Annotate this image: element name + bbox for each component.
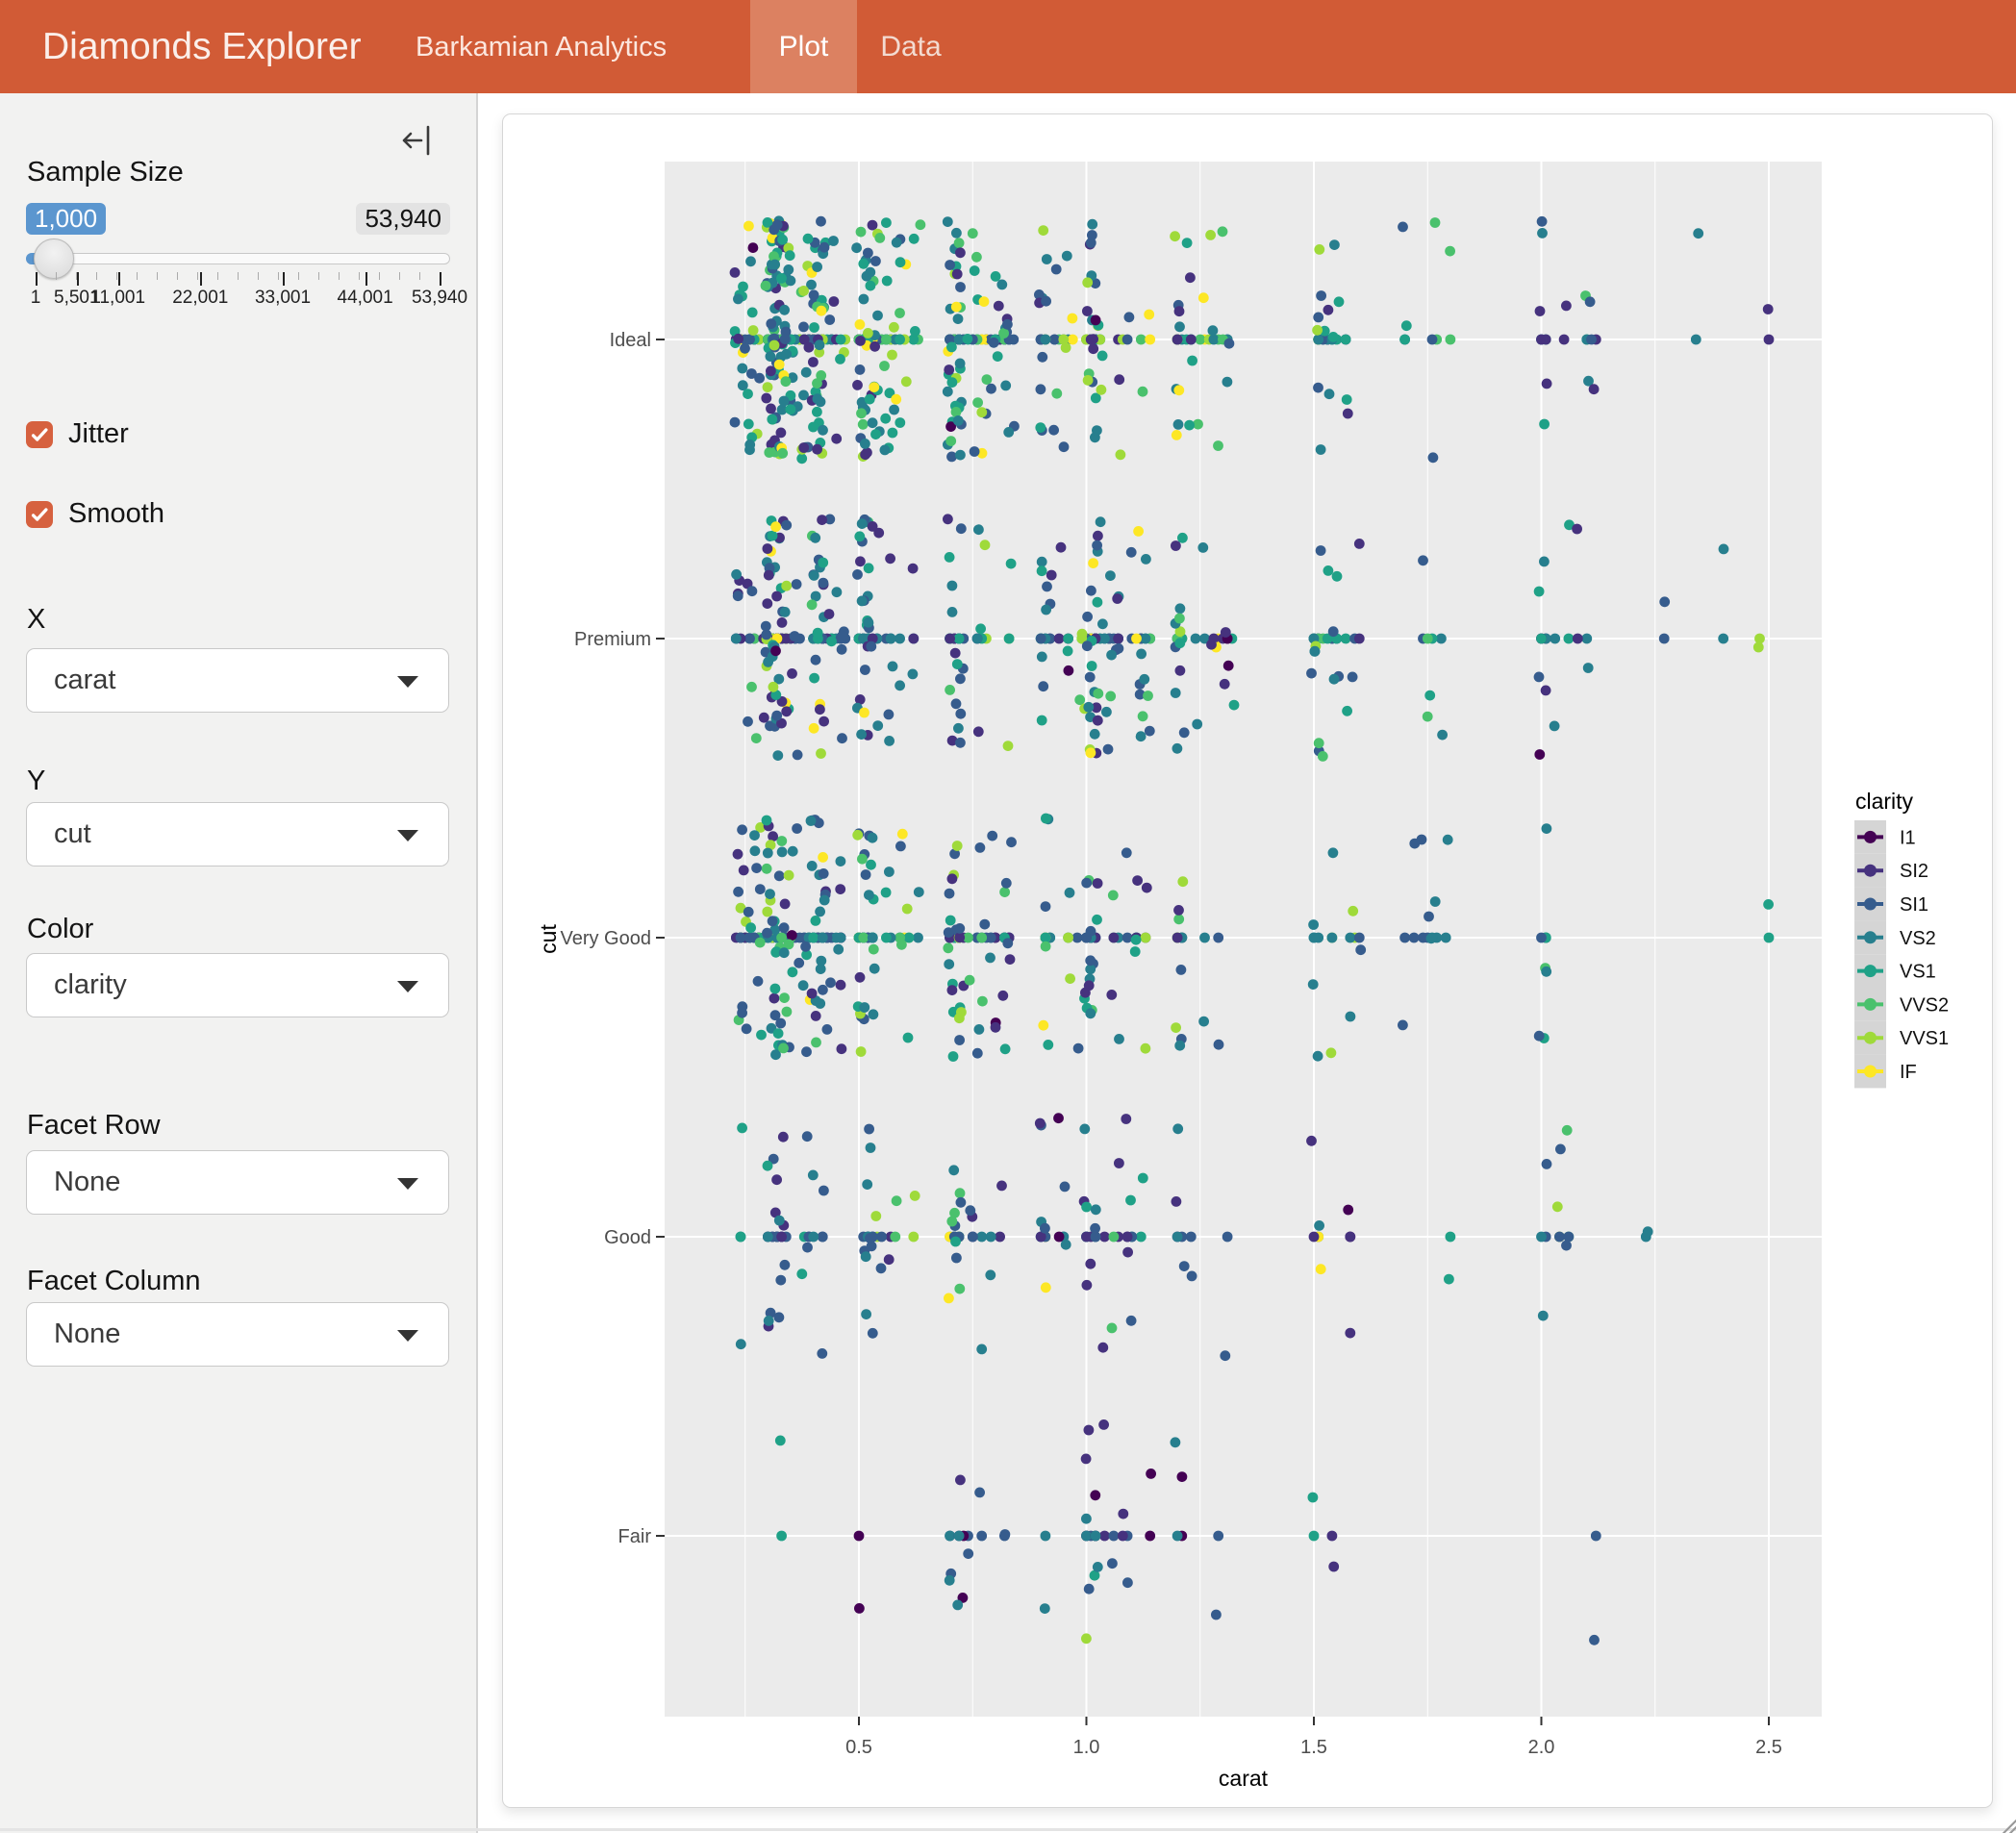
nav-tabbar: Plot Data [750,0,965,93]
y-select-label: Y [27,766,45,797]
facet-row-select-label: Facet Row [27,1110,161,1142]
app-header: Diamonds Explorer Barkamian Analytics Pl… [0,0,2016,93]
svg-text:2.0: 2.0 [1528,1737,1555,1758]
app-subtitle: Barkamian Analytics [416,0,667,93]
svg-text:2.5: 2.5 [1755,1737,1782,1758]
legend: clarity I1 SI2 SI1 VS2 VS1 VVS2 VVS1 IF [1854,789,1949,1088]
svg-text:Fair: Fair [618,1526,652,1547]
legend-label: VS2 [1900,928,1936,949]
y-select[interactable]: cut [26,802,449,866]
slider-max-badge: 53,940 [356,203,450,235]
chevron-down-icon [396,829,419,847]
legend-label: VVS2 [1900,994,1949,1016]
svg-text:Premium: Premium [574,629,651,650]
sample-size-slider-track[interactable] [26,253,450,264]
y-select-value: cut [54,803,91,866]
facet-column-select-label: Facet Column [27,1266,201,1297]
collapse-left-icon [398,124,433,157]
slider-tick-label: 22,001 [172,288,228,309]
svg-text:1.0: 1.0 [1073,1737,1100,1758]
facet-row-select[interactable]: None [26,1150,449,1215]
jitter-checkbox[interactable] [26,421,53,448]
svg-text:Ideal: Ideal [610,330,651,351]
check-icon [29,504,50,525]
check-icon [29,424,50,445]
svg-text:Very Good: Very Good [560,928,651,949]
svg-text:1.5: 1.5 [1300,1737,1327,1758]
slider-tick-label: 1 [31,288,41,309]
color-select[interactable]: clarity [26,953,449,1017]
smooth-checkbox-label: Smooth [68,498,164,530]
sidebar: Sample Size 1,000 53,940 15,50111,00122,… [0,93,478,1833]
color-select-label: Color [27,914,93,945]
slider-tick-label: 53,940 [412,288,467,309]
x-select-value: carat [54,649,115,712]
x-select-label: X [27,604,45,636]
slider-value-badge: 1,000 [26,203,106,235]
legend-label: SI2 [1900,861,1928,882]
chevron-down-icon [396,675,419,693]
tab-plot[interactable]: Plot [750,0,857,93]
chevron-down-icon [396,1177,419,1195]
smooth-checkbox-row[interactable]: Smooth [26,498,164,530]
slider-tick-label: 11,001 [90,288,145,309]
legend-label: VS1 [1900,962,1936,983]
jitter-checkbox-label: Jitter [68,418,129,450]
app-title: Diamonds Explorer [42,0,362,93]
legend-label: VVS1 [1900,1028,1949,1049]
legend-label: IF [1900,1062,1917,1083]
x-axis-title: carat [1219,1766,1269,1791]
sidebar-collapse-button[interactable] [398,124,433,157]
smooth-checkbox[interactable] [26,501,53,528]
jitter-checkbox-row[interactable]: Jitter [26,418,129,450]
svg-text:Good: Good [604,1227,651,1248]
page-bottom-divider [0,1828,2016,1831]
facet-column-select[interactable]: None [26,1302,449,1367]
x-select[interactable]: carat [26,648,449,713]
sample-size-slider-handle[interactable] [34,239,74,279]
plot-output-card: 0.5 1.0 1.5 2.0 2.5 Fair Good Very Good Premium I… [502,113,1993,1808]
y-axis-title: cut [536,924,561,954]
legend-label: I1 [1900,827,1916,848]
chevron-down-icon [396,1329,419,1347]
color-select-value: clarity [54,954,127,1017]
legend-label: SI1 [1900,894,1928,916]
svg-text:0.5: 0.5 [845,1737,872,1758]
tab-data[interactable]: Data [857,0,965,93]
diamonds-scatter-plot: 0.5 1.0 1.5 2.0 2.5 Fair Good Very Good Premium I… [503,114,1992,1807]
sample-size-label: Sample Size [27,157,184,188]
facet-column-select-value: None [54,1303,120,1366]
legend-title: clarity [1855,789,1914,814]
facet-row-select-value: None [54,1151,120,1214]
chevron-down-icon [396,980,419,998]
slider-tick-label: 44,001 [338,288,393,309]
slider-tick-label: 33,001 [255,288,311,309]
